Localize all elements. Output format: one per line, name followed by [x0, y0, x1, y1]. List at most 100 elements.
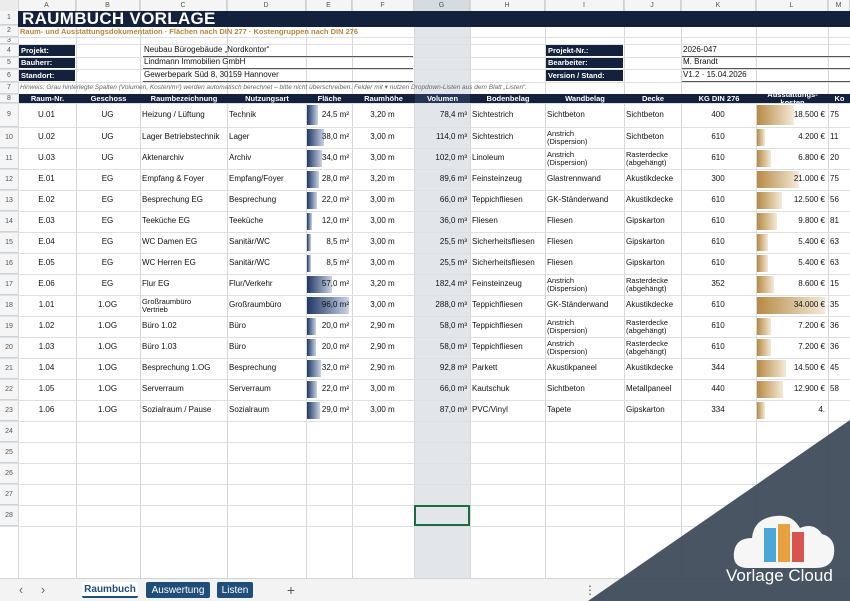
cell-boden[interactable]: Teppichfliesen	[472, 316, 542, 337]
column-header-c[interactable]: C	[140, 0, 227, 11]
cell-boden[interactable]: Sicherheitsfliesen	[472, 253, 542, 274]
cell-volumen[interactable]: 58,0 m³	[416, 316, 467, 337]
cell-flaeche[interactable]: 22,0 m²	[308, 190, 349, 211]
cell-kosten[interactable]: 4.	[758, 400, 825, 421]
cell-flaeche[interactable]: 28,0 m²	[308, 169, 349, 190]
column-header-b[interactable]: B	[76, 0, 140, 11]
cell-hoehe[interactable]: 3,00 m	[354, 127, 411, 148]
row-header[interactable]: 28	[0, 505, 18, 526]
cell-kosten[interactable]: 12.900 €	[758, 379, 825, 400]
cell-boden[interactable]: Linoleum	[472, 148, 542, 169]
cell-volumen[interactable]: 25,5 m³	[416, 232, 467, 253]
cell-flaeche[interactable]: 20,0 m²	[308, 316, 349, 337]
cell-bez[interactable]: Besprechung 1.OG	[142, 358, 224, 379]
cell-decke[interactable]: Gipskarton	[626, 211, 678, 232]
cell-nr[interactable]: 1.03	[20, 337, 73, 358]
cell-kosten[interactable]: 21.000 €	[758, 169, 825, 190]
cell-geschoss[interactable]: 1.OG	[78, 379, 137, 400]
cell-kg[interactable]: 610	[683, 337, 753, 358]
cell-volumen[interactable]: 25,5 m³	[416, 253, 467, 274]
cell-kosten[interactable]: 5.400 €	[758, 232, 825, 253]
cell-bez[interactable]: Großraumbüro Vertrieb	[142, 295, 224, 316]
cell-boden[interactable]: Fliesen	[472, 211, 542, 232]
cell-geschoss[interactable]: EG	[78, 253, 137, 274]
cell-nr[interactable]: 1.01	[20, 295, 73, 316]
cell-kg[interactable]: 610	[683, 253, 753, 274]
cell-bez[interactable]: Besprechung EG	[142, 190, 224, 211]
cell-wand[interactable]: Anstrich (Dispersion)	[547, 274, 621, 295]
cell-decke[interactable]: Akustikdecke	[626, 358, 678, 379]
cell-kg[interactable]: 610	[683, 232, 753, 253]
cell-kosten[interactable]: 12.500 €	[758, 190, 825, 211]
cell-wand[interactable]: Fliesen	[547, 211, 621, 232]
cell-wand[interactable]: GK-Ständerwand	[547, 295, 621, 316]
cell-flaeche[interactable]: 29,0 m²	[308, 400, 349, 421]
cell-boden[interactable]: Teppichfliesen	[472, 295, 542, 316]
cell-volumen[interactable]: 89,6 m³	[416, 169, 467, 190]
cell-boden[interactable]: Feinsteinzeug	[472, 274, 542, 295]
cell-kg[interactable]: 610	[683, 148, 753, 169]
cell-nutzung[interactable]: Büro	[229, 337, 303, 358]
row-header[interactable]: 20	[0, 337, 18, 358]
cell-decke[interactable]: Sichtbeton	[626, 127, 678, 148]
cell-geschoss[interactable]: 1.OG	[78, 316, 137, 337]
cell-kosten[interactable]: 7.200 €	[758, 316, 825, 337]
cell-nutzung[interactable]: Technik	[229, 103, 303, 127]
cell-kosten[interactable]: 34.000 €	[758, 295, 825, 316]
row-header[interactable]: 18	[0, 295, 18, 316]
cell-flaeche[interactable]: 96,0 m²	[308, 295, 349, 316]
row-header[interactable]: 26	[0, 463, 18, 484]
cell-ko[interactable]: 45	[830, 358, 847, 379]
cell-boden[interactable]: Sichtestrich	[472, 127, 542, 148]
cell-nutzung[interactable]: Besprechung	[229, 358, 303, 379]
cell-boden[interactable]: Sicherheitsfliesen	[472, 232, 542, 253]
cell-nr[interactable]: E.04	[20, 232, 73, 253]
cell-ko[interactable]: 75	[830, 169, 847, 190]
add-sheet-icon[interactable]: +	[283, 582, 299, 598]
cell-kosten[interactable]: 4.200 €	[758, 127, 825, 148]
cell-hoehe[interactable]: 3,00 m	[354, 379, 411, 400]
cell-kosten[interactable]: 14.500 €	[758, 358, 825, 379]
cell-wand[interactable]: Sichtbeton	[547, 103, 621, 127]
row-header[interactable]: 17	[0, 274, 18, 295]
row-header[interactable]: 25	[0, 442, 18, 463]
cell-hoehe[interactable]: 3,00 m	[354, 211, 411, 232]
cell-flaeche[interactable]: 20,0 m²	[308, 337, 349, 358]
row-header[interactable]: 14	[0, 211, 18, 232]
cell-ko[interactable]: 81	[830, 211, 847, 232]
cell-geschoss[interactable]: 1.OG	[78, 358, 137, 379]
row-header[interactable]: 19	[0, 316, 18, 337]
cell-hoehe[interactable]: 2,90 m	[354, 316, 411, 337]
cell-boden[interactable]: Kautschuk	[472, 379, 542, 400]
cell-decke[interactable]: Akustikdecke	[626, 295, 678, 316]
cell-decke[interactable]: Metallpaneel	[626, 379, 678, 400]
cell-nr[interactable]: 1.06	[20, 400, 73, 421]
cell-kg[interactable]: 610	[683, 190, 753, 211]
cell-wand[interactable]: Tapete	[547, 400, 621, 421]
cell-decke[interactable]: Gipskarton	[626, 400, 678, 421]
cell-decke[interactable]: Rasterdecke (abgehängt)	[626, 337, 678, 358]
cell-volumen[interactable]: 66,0 m³	[416, 379, 467, 400]
cell-wand[interactable]: Anstrich (Dispersion)	[547, 316, 621, 337]
cell-nr[interactable]: E.05	[20, 253, 73, 274]
cell-geschoss[interactable]: 1.OG	[78, 337, 137, 358]
row-header[interactable]: 21	[0, 358, 18, 379]
cell-flaeche[interactable]: 38,0 m²	[308, 127, 349, 148]
cell-ko[interactable]: 35	[830, 295, 847, 316]
cell-ko[interactable]: 15	[830, 274, 847, 295]
column-header-i[interactable]: I	[545, 0, 624, 11]
cell-volumen[interactable]: 92,8 m³	[416, 358, 467, 379]
cell-wand[interactable]: Glastrennwand	[547, 169, 621, 190]
cell-geschoss[interactable]: UG	[78, 103, 137, 127]
cell-volumen[interactable]: 102,0 m³	[416, 148, 467, 169]
cell-ko[interactable]: 20	[830, 148, 847, 169]
cell-flaeche[interactable]: 57,0 m²	[308, 274, 349, 295]
cell-nutzung[interactable]: Sanitär/WC	[229, 253, 303, 274]
tab-raumbuch[interactable]: Raumbuch	[82, 582, 138, 598]
cell-boden[interactable]: Teppichfliesen	[472, 190, 542, 211]
cell-flaeche[interactable]: 8,5 m²	[308, 232, 349, 253]
cell-bez[interactable]: Aktenarchiv	[142, 148, 224, 169]
cell-geschoss[interactable]: 1.OG	[78, 295, 137, 316]
cell-kosten[interactable]: 8.600 €	[758, 274, 825, 295]
cell-kosten[interactable]: 7.200 €	[758, 337, 825, 358]
